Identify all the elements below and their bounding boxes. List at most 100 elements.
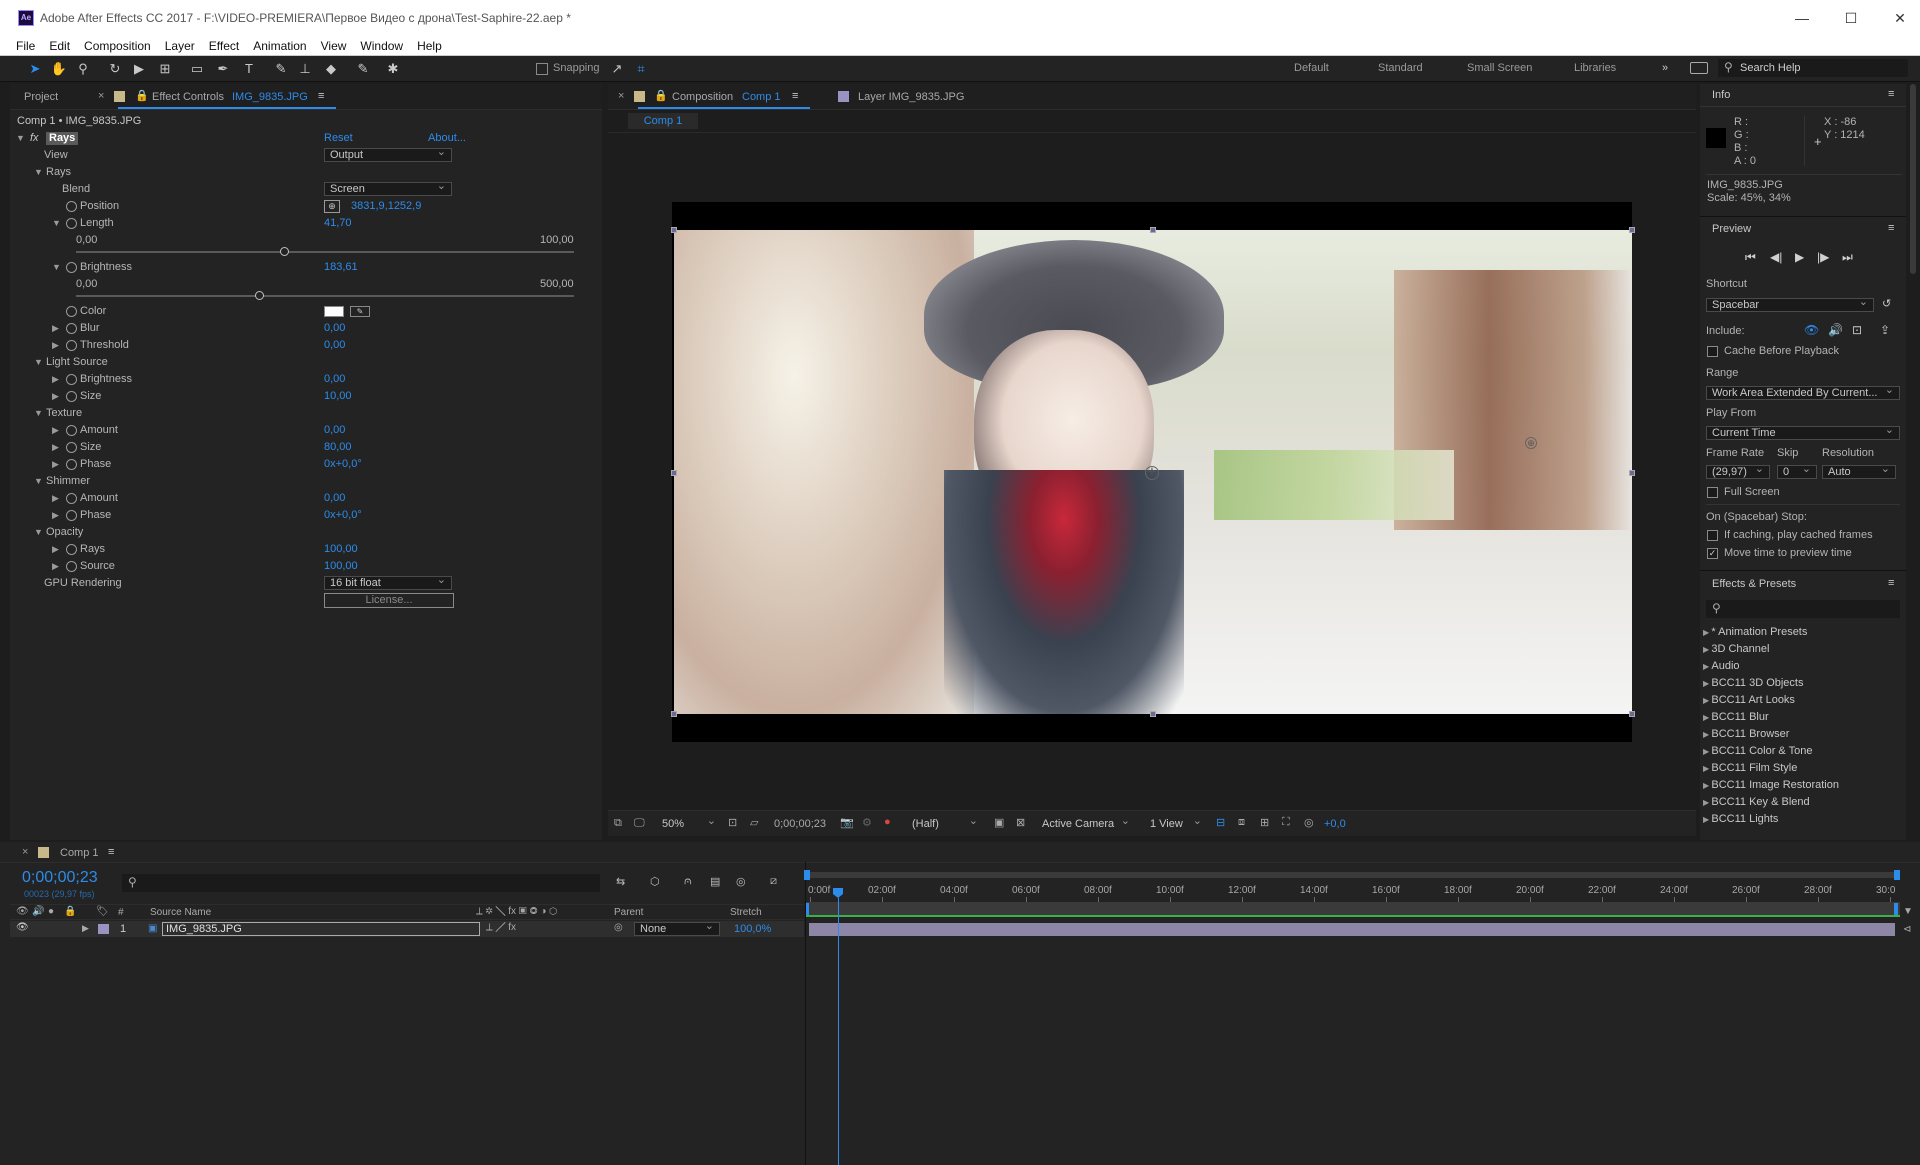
- effects-category[interactable]: ▶ BCC11 Browser: [1703, 728, 1789, 740]
- next-frame-icon[interactable]: |▶: [1817, 250, 1829, 264]
- menu-view[interactable]: View: [314, 36, 354, 56]
- effects-menu-icon[interactable]: ≡: [1888, 577, 1894, 589]
- menu-animation[interactable]: Animation: [246, 36, 313, 56]
- move-time-checkbox[interactable]: ✓: [1707, 548, 1718, 559]
- source-name-header[interactable]: Source Name: [150, 907, 211, 918]
- collapse-triangle-icon[interactable]: ▼: [16, 130, 25, 147]
- color-channels-icon[interactable]: ●: [884, 816, 891, 828]
- expand-triangle-icon[interactable]: ▼: [34, 524, 43, 541]
- work-area-start[interactable]: [806, 903, 809, 915]
- camera-tool-icon[interactable]: ▶: [130, 60, 148, 78]
- sh-amount-value[interactable]: 0,00: [324, 490, 345, 507]
- expand-triangle-icon[interactable]: ▼: [34, 354, 43, 371]
- stopwatch-icon[interactable]: [66, 391, 77, 402]
- stopwatch-icon[interactable]: [66, 201, 77, 212]
- menu-composition[interactable]: Composition: [77, 36, 158, 56]
- menu-edit[interactable]: Edit: [42, 36, 77, 56]
- maximize-button[interactable]: ☐: [1836, 8, 1866, 28]
- layer-row[interactable]: 👁 ▶ 1 ▣ IMG_9835.JPG ⟂ ╱ fx ◎ None 100,0…: [10, 920, 804, 937]
- close-tab-icon[interactable]: ×: [618, 90, 624, 102]
- layer-handle[interactable]: [671, 470, 677, 476]
- layer-handle[interactable]: [1629, 711, 1635, 717]
- length-slider-knob[interactable]: [279, 247, 289, 256]
- collapsed-triangle-icon[interactable]: ▶: [52, 490, 59, 507]
- expand-triangle-icon[interactable]: ▼: [34, 405, 43, 422]
- frame-blending-icon[interactable]: ▤: [710, 875, 720, 888]
- stopwatch-icon[interactable]: [66, 374, 77, 385]
- solo-switch-icon[interactable]: ●: [48, 906, 54, 917]
- layer-handle[interactable]: [671, 711, 677, 717]
- effects-category[interactable]: ▶ BCC11 Image Restoration: [1703, 779, 1839, 791]
- ls-size-value[interactable]: 10,00: [324, 388, 352, 405]
- layer-expand-triangle-icon[interactable]: ▶: [82, 923, 89, 934]
- collapsed-triangle-icon[interactable]: ▶: [52, 422, 59, 439]
- motion-blur-icon[interactable]: ◎: [736, 875, 746, 888]
- length-value[interactable]: 41,70: [324, 215, 352, 232]
- tx-amount-value[interactable]: 0,00: [324, 422, 345, 439]
- anchor-point-icon[interactable]: ✛: [1145, 466, 1159, 480]
- reset-shortcut-icon[interactable]: ↺: [1882, 297, 1891, 310]
- work-area-bar[interactable]: [806, 902, 1900, 916]
- effect-position-point-icon[interactable]: ⊕: [1525, 437, 1537, 449]
- roto-brush-tool-icon[interactable]: ✎: [354, 60, 372, 78]
- reset-link[interactable]: Reset: [324, 130, 353, 147]
- zoom-timeline-icon[interactable]: ⊲: [1903, 924, 1911, 935]
- layer-switches-icons[interactable]: ⟂ ╱ fx: [486, 922, 516, 933]
- more-workspaces-icon[interactable]: »: [1662, 62, 1668, 74]
- layer-handle[interactable]: [1150, 711, 1156, 717]
- menu-layer[interactable]: Layer: [158, 36, 202, 56]
- include-audio-icon[interactable]: 🔊: [1828, 323, 1843, 337]
- graph-editor-icon[interactable]: ⧄: [770, 875, 777, 888]
- snapshot-camera-icon[interactable]: 📷: [840, 816, 854, 829]
- rotate-tool-icon[interactable]: ↻: [106, 60, 124, 78]
- stopwatch-icon[interactable]: [66, 510, 77, 521]
- parent-dropdown[interactable]: None: [634, 920, 720, 936]
- length-slider-track[interactable]: [76, 251, 574, 253]
- license-button[interactable]: License...: [324, 593, 454, 608]
- color-swatch[interactable]: [324, 306, 344, 317]
- close-tab-icon[interactable]: ×: [22, 846, 28, 858]
- clone-stamp-tool-icon[interactable]: ⊥: [296, 60, 314, 78]
- brightness-slider-knob[interactable]: [254, 291, 264, 300]
- expand-triangle-icon[interactable]: ▼: [52, 259, 61, 276]
- effect-name[interactable]: Rays: [46, 132, 79, 145]
- collapsed-triangle-icon[interactable]: ▶: [52, 541, 59, 558]
- workspace-small-screen[interactable]: Small Screen: [1467, 62, 1532, 74]
- export-icon[interactable]: ⇪: [1880, 323, 1890, 337]
- pan-behind-tool-icon[interactable]: ⊞: [156, 60, 174, 78]
- shortcut-dropdown[interactable]: Spacebar: [1706, 296, 1874, 312]
- include-video-icon[interactable]: 👁: [1804, 323, 1819, 337]
- transparency-toggle-icon[interactable]: ⊠: [1016, 816, 1025, 829]
- gpu-dropdown[interactable]: 16 bit float: [324, 574, 452, 590]
- navigator-end-handle[interactable]: [1894, 870, 1900, 880]
- effects-category[interactable]: ▶ BCC11 Art Looks: [1703, 694, 1795, 706]
- layer-handle[interactable]: [1150, 227, 1156, 233]
- full-screen-checkbox[interactable]: [1707, 487, 1718, 498]
- transparency-grid-icon[interactable]: ▱: [750, 816, 758, 829]
- draft-3d-icon[interactable]: ⧈: [1238, 816, 1245, 829]
- sh-phase-value[interactable]: 0x+0,0°: [324, 507, 362, 524]
- layer-stretch[interactable]: 100,0%: [734, 923, 771, 935]
- close-button[interactable]: ✕: [1885, 8, 1915, 28]
- fx-toggle-icon[interactable]: fx: [30, 130, 39, 147]
- collapsed-triangle-icon[interactable]: ▶: [52, 558, 59, 575]
- collapsed-triangle-icon[interactable]: ▶: [52, 320, 59, 337]
- collapsed-triangle-icon[interactable]: ▶: [52, 337, 59, 354]
- op-rays-value[interactable]: 100,00: [324, 541, 358, 558]
- preview-resolution-dropdown[interactable]: Auto: [1822, 463, 1896, 479]
- stopwatch-icon[interactable]: [66, 340, 77, 351]
- stopwatch-icon[interactable]: [66, 459, 77, 470]
- workspace-standard[interactable]: Standard: [1378, 62, 1423, 74]
- show-snapshot-icon[interactable]: ⚙: [862, 816, 872, 829]
- stopwatch-icon[interactable]: [66, 561, 77, 572]
- toggle-pixel-aspect-icon[interactable]: ⊟: [1216, 816, 1225, 829]
- about-link[interactable]: About...: [428, 130, 466, 147]
- effects-category[interactable]: ▶ BCC11 Film Style: [1703, 762, 1797, 774]
- tx-phase-value[interactable]: 0x+0,0°: [324, 456, 362, 473]
- stopwatch-icon[interactable]: [66, 544, 77, 555]
- snap-option-icon[interactable]: ↗: [608, 60, 626, 78]
- effects-category[interactable]: ▶ 3D Channel: [1703, 643, 1769, 655]
- tab-layer[interactable]: Layer IMG_9835.JPG: [858, 91, 964, 103]
- snapping-checkbox[interactable]: [536, 63, 548, 75]
- tab-comp-name[interactable]: Comp 1: [742, 91, 781, 103]
